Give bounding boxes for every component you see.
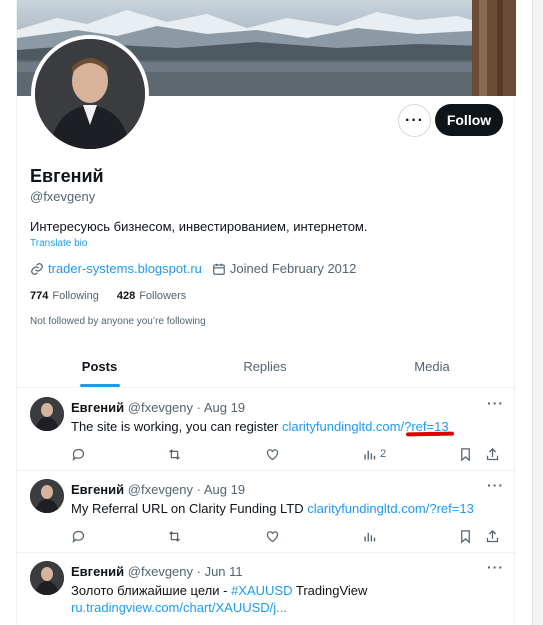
bookmark-button[interactable] bbox=[458, 445, 473, 463]
tweet-text: Золото ближайшие цели - #XAUUSD TradingV… bbox=[71, 582, 491, 616]
more-options-button[interactable]: ··· bbox=[398, 104, 431, 137]
like-button[interactable] bbox=[265, 445, 280, 463]
tweet-text: My Referral URL on Clarity Funding LTD c… bbox=[71, 500, 491, 517]
joined-text: Joined February 2012 bbox=[229, 261, 357, 276]
following-link[interactable]: 774 Following bbox=[30, 290, 99, 302]
avatar bbox=[35, 39, 145, 149]
display-name: Евгений bbox=[30, 166, 104, 186]
share-button[interactable] bbox=[485, 445, 500, 463]
calendar-icon bbox=[212, 262, 226, 276]
red-underline-annotation bbox=[405, 431, 455, 437]
follow-counts: 774 Following 428 Followers bbox=[30, 290, 204, 302]
tweet-author[interactable]: Евгений bbox=[71, 400, 124, 415]
views-button[interactable]: 2 bbox=[362, 445, 386, 463]
repost-icon bbox=[169, 530, 180, 542]
tweet-text-part: Золото ближайшие цели - bbox=[71, 583, 232, 598]
tab-replies[interactable]: Replies bbox=[182, 345, 348, 387]
reply-button[interactable] bbox=[71, 445, 86, 463]
tweet-handle-date: @fxevgeny · Aug 19 bbox=[127, 400, 246, 415]
tweet-author[interactable]: Евгений bbox=[71, 482, 124, 497]
profile-bio: Интересуюсь бизнесом, инвестированием, и… bbox=[30, 219, 368, 234]
tweet-link[interactable]: ru.tradingview.com/chart/XAUUSD/j... bbox=[71, 600, 287, 615]
profile-column: ··· Follow Евгений @fxevgeny Интересуюсь… bbox=[16, 0, 516, 625]
page-scrollbar[interactable] bbox=[532, 0, 543, 625]
tab-posts[interactable]: Posts bbox=[17, 345, 182, 387]
tweet-author[interactable]: Евгений bbox=[71, 564, 124, 579]
tweet[interactable]: Евгений @fxevgeny · Aug 19 ··· My Referr… bbox=[17, 471, 516, 553]
tweet-header: Евгений @fxevgeny · Aug 19 bbox=[71, 400, 245, 415]
tweet-link[interactable]: clarityfundingltd.com/?ref=13 bbox=[307, 501, 474, 516]
tweet-more-icon[interactable]: ··· bbox=[487, 559, 504, 575]
tweet-handle-date: @fxevgeny · Jun 11 bbox=[127, 564, 243, 579]
tweet-actions bbox=[71, 527, 506, 545]
views-button[interactable] bbox=[362, 527, 377, 545]
reply-icon bbox=[72, 530, 85, 543]
not-followed-note: Not followed by anyone you’re following bbox=[30, 316, 206, 327]
website-link[interactable]: trader-systems.blogspot.ru bbox=[48, 261, 202, 276]
link-icon bbox=[30, 262, 44, 276]
analytics-icon bbox=[364, 450, 376, 459]
tweet[interactable]: Евгений @fxevgeny · Aug 19 ··· The site … bbox=[17, 389, 516, 471]
tweet-text-part: TradingView bbox=[292, 583, 368, 598]
reply-button[interactable] bbox=[71, 527, 86, 545]
tweet[interactable]: Евгений @fxevgeny · Jun 11 ··· Золото бл… bbox=[17, 553, 516, 625]
bookmark-button[interactable] bbox=[458, 527, 473, 545]
repost-icon bbox=[169, 448, 180, 460]
followers-label: Followers bbox=[139, 290, 187, 302]
tweet-actions: 2 bbox=[71, 445, 506, 463]
tweet-header: Евгений @fxevgeny · Jun 11 bbox=[71, 564, 243, 579]
reply-icon bbox=[72, 448, 85, 461]
tweet-avatar[interactable] bbox=[30, 479, 64, 513]
like-button[interactable] bbox=[265, 527, 280, 545]
tweet-text-part: The site is working, you can register bbox=[71, 419, 282, 434]
views-count: 2 bbox=[380, 448, 387, 460]
profile-meta: trader-systems.blogspot.ru Joined Februa… bbox=[30, 261, 356, 276]
followers-count: 428 bbox=[116, 290, 136, 302]
heart-icon bbox=[266, 530, 279, 542]
profile-avatar[interactable] bbox=[31, 35, 149, 153]
follow-button[interactable]: Follow bbox=[435, 104, 503, 136]
more-horizontal-icon: ··· bbox=[405, 111, 424, 129]
tweet-avatar[interactable] bbox=[30, 561, 64, 595]
share-icon bbox=[486, 447, 499, 460]
tab-media[interactable]: Media bbox=[348, 345, 516, 387]
share-button[interactable] bbox=[485, 527, 500, 545]
tweet-text-part: My Referral URL on Clarity Funding LTD bbox=[71, 501, 308, 516]
tweet-more-icon[interactable]: ··· bbox=[487, 395, 504, 411]
share-icon bbox=[486, 529, 499, 542]
analytics-icon bbox=[364, 532, 376, 541]
repost-button[interactable] bbox=[167, 527, 182, 545]
profile-handle: @fxevgeny bbox=[30, 189, 96, 204]
followers-link[interactable]: 428 Followers bbox=[117, 290, 186, 302]
tweet-header: Евгений @fxevgeny · Aug 19 bbox=[71, 482, 245, 497]
hashtag-link[interactable]: #XAUUSD bbox=[231, 583, 292, 598]
tweet-handle-date: @fxevgeny · Aug 19 bbox=[127, 482, 246, 497]
following-count: 774 bbox=[30, 290, 49, 302]
tweet-avatar[interactable] bbox=[30, 397, 64, 431]
heart-icon bbox=[266, 448, 279, 460]
translate-bio-link[interactable]: Translate bio bbox=[30, 238, 87, 249]
repost-button[interactable] bbox=[167, 445, 182, 463]
bookmark-icon bbox=[461, 447, 470, 461]
profile-tabs: Posts Replies Media bbox=[17, 345, 516, 388]
tweet-more-icon[interactable]: ··· bbox=[487, 477, 504, 493]
following-label: Following bbox=[52, 290, 99, 302]
joined-date: Joined February 2012 bbox=[212, 261, 356, 276]
bookmark-icon bbox=[461, 529, 470, 543]
